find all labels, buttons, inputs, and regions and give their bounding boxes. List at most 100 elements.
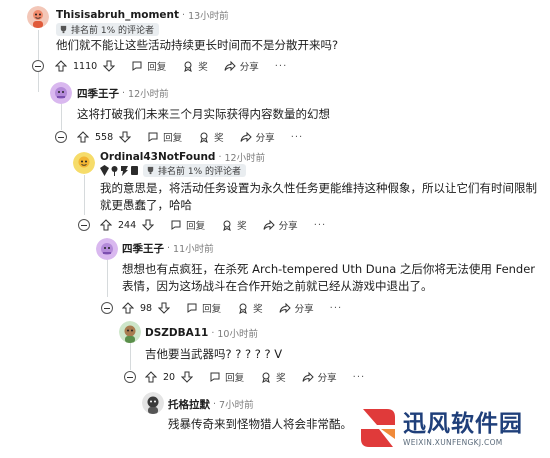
share-button[interactable]: 分享: [263, 218, 298, 232]
more-options-button[interactable]: ···: [291, 132, 304, 143]
user-badges: [100, 165, 140, 176]
avatar[interactable]: [142, 392, 164, 414]
avatar[interactable]: [73, 152, 95, 174]
watermark-url: WEIXIN.XUNFENGKJ.COM: [403, 437, 503, 447]
avatar[interactable]: [50, 82, 72, 104]
badge-icon: [120, 165, 129, 176]
top-commenter-flair: 排名前 1% 的评论者: [56, 23, 159, 36]
comment-actions: 20 回复 奖 分享 ···: [145, 368, 365, 386]
timestamp[interactable]: 11小时前: [173, 241, 214, 255]
more-options-button[interactable]: ···: [330, 303, 343, 314]
share-button[interactable]: 分享: [240, 130, 275, 144]
reply-button[interactable]: 回复: [170, 218, 205, 232]
upvote-icon[interactable]: [100, 219, 112, 231]
share-button[interactable]: 分享: [302, 370, 337, 384]
award-button[interactable]: 奖: [182, 59, 208, 73]
downvote-icon[interactable]: [119, 131, 132, 143]
share-icon: [263, 219, 275, 231]
username[interactable]: DSZDBA11: [145, 327, 208, 339]
collapse-button[interactable]: [78, 219, 90, 231]
more-options-button[interactable]: ···: [353, 372, 366, 383]
award-label: 奖: [253, 304, 263, 315]
comment-bubble-icon: [187, 303, 197, 313]
award-label: 奖: [276, 373, 286, 384]
comment-header: DSZDBA11 · 10小时前: [145, 325, 258, 341]
reply-label: 回复: [202, 304, 222, 315]
trophy-icon: [60, 25, 67, 34]
username[interactable]: Thisisabruh_moment: [56, 9, 179, 21]
reply-label: 回复: [163, 133, 183, 144]
timestamp[interactable]: 12小时前: [224, 150, 265, 164]
watermark: 迅风软件园 WEIXIN.XUNFENGKJ.COM: [357, 400, 547, 456]
watermark-title: 迅风软件园: [403, 410, 523, 437]
comment-text: 吉他要当武器吗? ? ? ? ? V: [145, 347, 283, 361]
downvote-icon[interactable]: [103, 60, 116, 72]
vote-count: 1110: [73, 60, 98, 72]
trophy-icon: [147, 166, 154, 175]
downvote-icon[interactable]: [142, 219, 155, 231]
flair-label: 排名前 1% 的评论者: [71, 26, 154, 36]
badge-icon: [110, 165, 119, 176]
more-options-button[interactable]: ···: [275, 61, 288, 72]
flair-row: 排名前 1% 的评论者: [100, 164, 246, 177]
share-label: 分享: [294, 304, 314, 315]
comment-bubble-icon: [132, 61, 142, 71]
upvote-icon[interactable]: [55, 60, 67, 72]
vote-count: 244: [118, 219, 137, 231]
vote-control: 98: [122, 302, 171, 314]
avatar[interactable]: [27, 6, 49, 28]
reply-button[interactable]: 回复: [131, 59, 166, 73]
upvote-icon[interactable]: [122, 302, 134, 314]
timestamp[interactable]: 13小时前: [188, 8, 229, 22]
collapse-button[interactable]: [32, 60, 44, 72]
reply-button[interactable]: 回复: [186, 301, 221, 315]
username[interactable]: 四季王子: [122, 241, 164, 256]
timestamp[interactable]: 12小时前: [128, 86, 169, 100]
timestamp[interactable]: 7小时前: [219, 397, 254, 411]
more-options-button[interactable]: ···: [314, 220, 327, 231]
share-icon: [240, 131, 252, 143]
separator-dot: ·: [167, 242, 171, 254]
share-button[interactable]: 分享: [279, 301, 314, 315]
collapse-button[interactable]: [55, 131, 67, 143]
username[interactable]: 四季王子: [77, 86, 119, 101]
thread-line-2: [38, 72, 39, 92]
separator-dot: ·: [182, 9, 186, 21]
vote-count: 98: [140, 302, 153, 314]
avatar[interactable]: [96, 238, 118, 260]
comment-actions: 244 回复 奖 分享 ···: [100, 216, 326, 234]
comment-header: Thisisabruh_moment · 13小时前: [56, 7, 229, 23]
upvote-icon[interactable]: [145, 371, 157, 383]
collapse-button[interactable]: [124, 371, 136, 383]
award-button[interactable]: 奖: [198, 130, 224, 144]
share-label: 分享: [278, 221, 298, 232]
award-button[interactable]: 奖: [237, 301, 263, 315]
avatar[interactable]: [119, 321, 141, 343]
separator-dot: ·: [213, 398, 217, 410]
downvote-icon[interactable]: [158, 302, 171, 314]
username[interactable]: Ordinal43NotFound: [100, 151, 215, 163]
award-button[interactable]: 奖: [260, 370, 286, 384]
timestamp[interactable]: 10小时前: [217, 326, 258, 340]
share-icon: [302, 371, 314, 383]
share-label: 分享: [239, 62, 259, 73]
upvote-icon[interactable]: [77, 131, 89, 143]
share-label: 分享: [317, 373, 337, 384]
downvote-icon[interactable]: [181, 371, 194, 383]
share-button[interactable]: 分享: [224, 59, 259, 73]
comment-header: 托格拉默 · 7小时前: [168, 396, 254, 412]
award-button[interactable]: 奖: [221, 218, 247, 232]
reply-label: 回复: [147, 62, 167, 73]
username[interactable]: 托格拉默: [168, 397, 210, 412]
comment-text: 残暴传奇来到怪物猎人将会非常酷。: [168, 417, 352, 431]
vote-count: 558: [95, 131, 114, 143]
reply-button[interactable]: 回复: [209, 370, 244, 384]
separator-dot: ·: [218, 151, 222, 163]
award-label: 奖: [214, 133, 224, 144]
vote-count: 20: [163, 371, 176, 383]
comment-text: 这将打破我们未来三个月实际获得内容数量的幻想: [77, 107, 330, 121]
reply-button[interactable]: 回复: [147, 130, 182, 144]
vote-control: 1110: [55, 60, 116, 72]
comment-text: 我的意思是，将活动任务设置为永久性任务更能维持这种假象，所以让它们有时间限制就更…: [100, 181, 537, 212]
collapse-button[interactable]: [101, 302, 113, 314]
